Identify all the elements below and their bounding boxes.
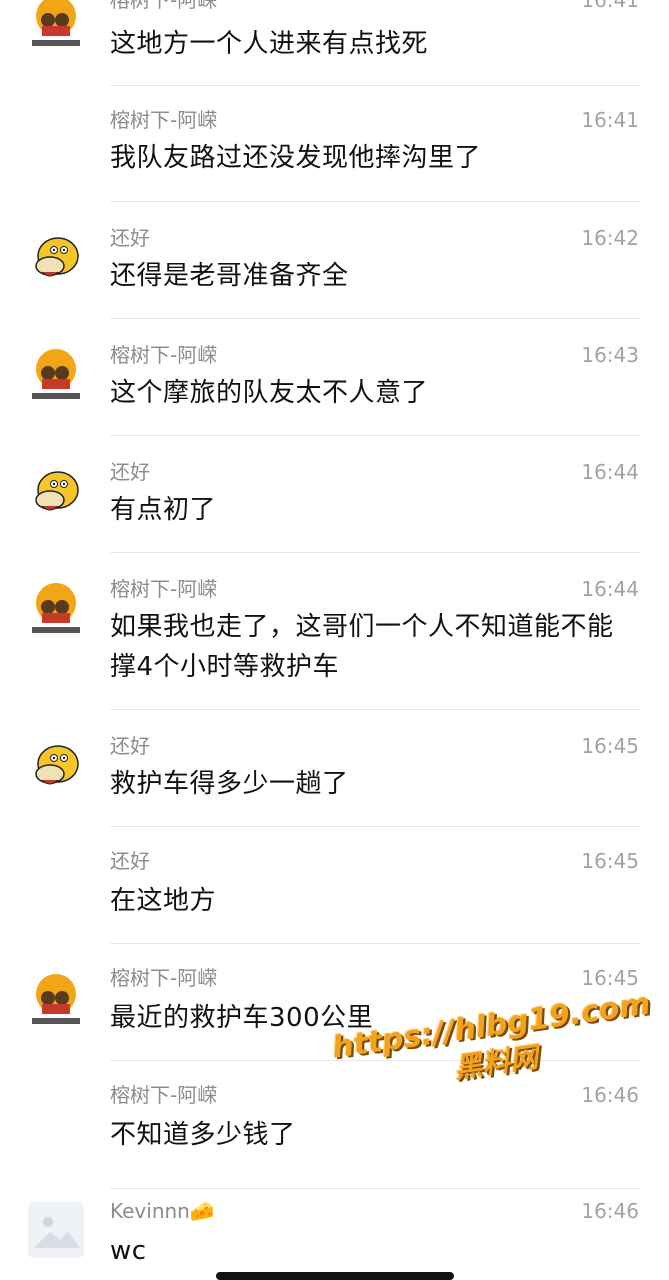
chat-message: 榕树下-阿嵘 16:46 不知道多少钱了 (0, 1061, 669, 1189)
chat-message: 榕树下-阿嵘 16:41 我队友路过还没发现他摔沟里了 (0, 86, 669, 202)
chat-message: 榕树下-阿嵘 16:41 这地方一个人进来有点找死 (0, 0, 669, 86)
sender-name: 榕树下-阿嵘 (110, 0, 218, 12)
message-time: 16:41 (581, 0, 639, 12)
message-text[interactable]: 有点初了 (110, 490, 640, 530)
message-text[interactable]: 这个摩旅的队友太不人意了 (110, 373, 640, 413)
sender-name: 还好 (110, 460, 150, 484)
home-indicator[interactable] (216, 1272, 454, 1280)
chat-message: 还好 16:45 救护车得多少一趟了 (0, 710, 669, 827)
sender-name: 榕树下-阿嵘 (110, 108, 218, 132)
chat-message: 榕树下-阿嵘 16:44 如果我也走了，这哥们一个人不知道能不能 撑4个小时等救… (0, 553, 669, 710)
chat-history: 榕树下-阿嵘 16:41 这地方一个人进来有点找死 榕树下-阿嵘 16:41 我… (0, 0, 669, 1280)
sender-name: 榕树下-阿嵘 (110, 343, 218, 367)
sender-name: 还好 (110, 734, 150, 758)
sender-name: 还好 (110, 226, 150, 250)
message-time: 16:43 (581, 343, 639, 367)
sender-name: 榕树下-阿嵘 (110, 577, 218, 601)
chat-message: Kevinnn🧀 16:46 wc (0, 1189, 669, 1280)
message-time: 16:41 (581, 108, 639, 132)
chat-message: 还好 16:42 还得是老哥准备齐全 (0, 202, 669, 319)
message-time: 16:44 (581, 460, 639, 484)
message-time: 16:45 (581, 734, 639, 758)
message-text[interactable]: 我队友路过还没发现他摔沟里了 (110, 138, 640, 178)
banyan-avatar-icon[interactable] (28, 347, 84, 403)
message-time: 16:44 (581, 577, 639, 601)
sender-name: 榕树下-阿嵘 (110, 966, 218, 990)
sender-name: 还好 (110, 849, 150, 873)
message-time: 16:45 (581, 849, 639, 873)
message-text[interactable]: 不知道多少钱了 (110, 1115, 640, 1155)
banyan-avatar-icon[interactable] (28, 972, 84, 1028)
message-text-line[interactable]: 撑4个小时等救护车 (110, 647, 640, 687)
duck-avatar-icon[interactable] (28, 230, 84, 286)
message-text[interactable]: 如果我也走了，这哥们一个人不知道能不能 (110, 607, 640, 647)
message-text[interactable]: wc (110, 1231, 640, 1271)
duck-avatar-icon[interactable] (28, 738, 84, 794)
message-time: 16:46 (581, 1199, 639, 1223)
chat-message: 还好 16:44 有点初了 (0, 436, 669, 553)
message-time: 16:46 (581, 1083, 639, 1107)
banyan-avatar-icon[interactable] (28, 0, 84, 50)
message-time: 16:42 (581, 226, 639, 250)
message-text[interactable]: 在这地方 (110, 881, 640, 921)
chat-message: 榕树下-阿嵘 16:43 这个摩旅的队友太不人意了 (0, 319, 669, 436)
duck-avatar-icon[interactable] (28, 464, 84, 520)
chat-message: 还好 16:45 在这地方 (0, 827, 669, 944)
message-text[interactable]: 这地方一个人进来有点找死 (110, 24, 640, 64)
message-time: 16:45 (581, 966, 639, 990)
message-text[interactable]: 还得是老哥准备齐全 (110, 256, 640, 296)
sender-name: 榕树下-阿嵘 (110, 1083, 218, 1107)
placeholder-avatar-icon[interactable] (28, 1202, 84, 1258)
message-text[interactable]: 救护车得多少一趟了 (110, 764, 640, 804)
sender-name: Kevinnn🧀 (110, 1199, 215, 1223)
banyan-avatar-icon[interactable] (28, 581, 84, 637)
